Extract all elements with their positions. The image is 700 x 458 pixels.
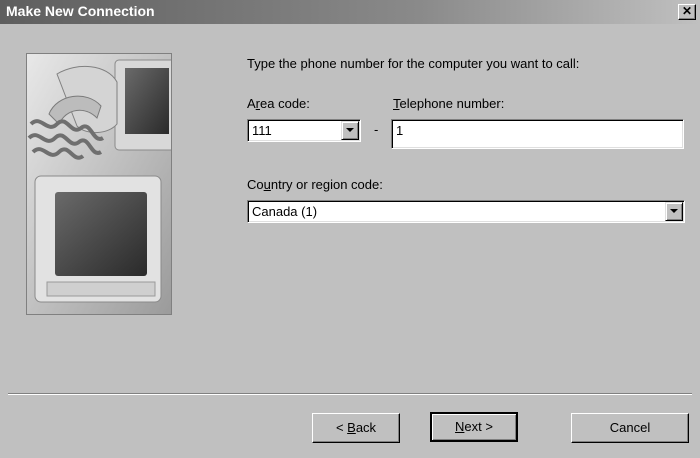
window-title: Make New Connection: [6, 3, 155, 19]
separator-line: [8, 393, 692, 395]
area-code-value: 111: [252, 123, 272, 138]
close-button[interactable]: ✕: [678, 4, 696, 20]
telephone-label: Telephone number:: [393, 96, 505, 111]
close-icon: ✕: [681, 4, 693, 18]
instruction-text: Type the phone number for the computer y…: [247, 56, 580, 71]
chevron-down-icon[interactable]: [665, 202, 683, 221]
country-label: Country or region code:: [247, 177, 383, 192]
title-bar: Make New Connection ✕: [0, 0, 700, 24]
telephone-number-input[interactable]: 1: [391, 119, 684, 149]
area-code-label: Area code:: [247, 96, 310, 111]
dash-separator: -: [374, 122, 379, 137]
country-value: Canada (1): [252, 204, 318, 219]
country-combobox[interactable]: Canada (1): [247, 200, 685, 223]
chevron-down-icon[interactable]: [341, 121, 359, 140]
computer-and-telephone-illustration: [26, 53, 172, 315]
cancel-button[interactable]: Cancel: [571, 413, 689, 443]
back-button[interactable]: < Back: [312, 413, 400, 443]
telephone-number-value: 1: [396, 123, 404, 138]
next-button[interactable]: Next >: [430, 412, 518, 442]
